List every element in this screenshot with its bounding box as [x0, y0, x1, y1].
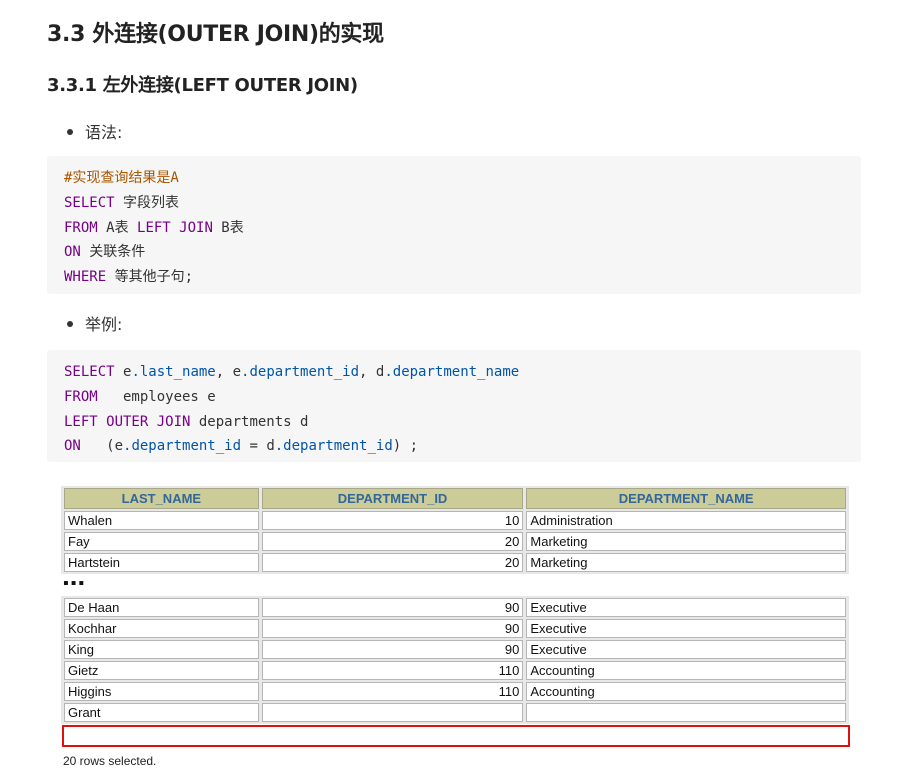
code-text: employees e: [97, 388, 216, 405]
code-keyword: ON: [64, 244, 81, 261]
bullet-dot-icon: [67, 128, 73, 135]
cell-department-id: 90: [261, 640, 524, 659]
code-text: ) ;: [392, 438, 419, 455]
cell-last-name: De Haan: [64, 598, 259, 617]
cell-department-name: Executive: [526, 619, 846, 638]
code-text: = d: [241, 438, 275, 455]
cell-department-name: Marketing: [526, 553, 846, 572]
code-keyword: LEFT JOIN: [137, 219, 213, 236]
cell-department-id: [261, 703, 524, 722]
cell-department-id: 110: [261, 682, 524, 701]
table-row: Whalen 10 Administration: [64, 511, 846, 530]
code-text: , e: [215, 364, 242, 380]
result-header-row: LAST_NAME DEPARTMENT_ID DEPARTMENT_NAME: [64, 488, 846, 509]
table-row: Kochhar 90 Executive: [64, 619, 846, 638]
cell-department-name: Executive: [526, 640, 846, 659]
code-keyword: SELECT: [64, 364, 115, 380]
cell-department-name: Administration: [526, 511, 846, 530]
example-code-block: SELECT e.last_name, e.department_id, d.d…: [47, 350, 861, 462]
cell-last-name: King: [64, 640, 259, 659]
section-title: 3.3 外连接(OUTER JOIN)的实现: [47, 22, 384, 47]
bullet-example: 举例:: [67, 311, 122, 335]
code-text: , d: [359, 364, 385, 380]
subsection-title: 3.3.1 左外连接(LEFT OUTER JOIN): [47, 75, 358, 96]
column-header: DEPARTMENT_ID: [261, 488, 524, 509]
code-property: .department_id: [241, 364, 360, 380]
column-header: DEPARTMENT_NAME: [526, 488, 846, 509]
code-property: .department_id: [274, 438, 393, 455]
cell-last-name: Gietz: [64, 661, 259, 680]
code-keyword: FROM: [64, 388, 98, 405]
code-text: departments d: [190, 413, 309, 430]
code-text: 关联条件: [80, 244, 146, 261]
table-row: Hartstein 20 Marketing: [64, 553, 846, 572]
code-text: A表: [97, 219, 138, 236]
result-table-bottom: De Haan 90 Executive Kochhar 90 Executiv…: [61, 596, 849, 724]
cell-last-name: Whalen: [64, 511, 259, 530]
cell-last-name: Fay: [64, 532, 259, 551]
table-row: Fay 20 Marketing: [64, 532, 846, 551]
code-keyword: WHERE: [64, 269, 107, 286]
code-text: 等其他子句;: [106, 269, 194, 286]
code-text: 字段列表: [114, 194, 180, 211]
cell-department-id: 20: [261, 553, 524, 572]
cell-department-name: Marketing: [526, 532, 846, 551]
code-keyword: ON: [64, 438, 81, 455]
code-property: .department_id: [123, 438, 242, 455]
code-keyword: SELECT: [64, 194, 115, 211]
null-row-highlight-box: [62, 725, 850, 747]
code-keyword: FROM: [64, 219, 98, 236]
query-result: LAST_NAME DEPARTMENT_ID DEPARTMENT_NAME …: [61, 486, 851, 724]
cell-department-id: 90: [261, 619, 524, 638]
code-keyword: LEFT OUTER JOIN: [64, 413, 191, 430]
cell-department-name: Accounting: [526, 661, 846, 680]
cell-last-name: Hartstein: [64, 553, 259, 572]
result-table-top: LAST_NAME DEPARTMENT_ID DEPARTMENT_NAME …: [61, 486, 849, 574]
syntax-code-block: #实现查询结果是A SELECT 字段列表 FROM A表 LEFT JOIN …: [47, 156, 861, 294]
code-comment: #实现查询结果是A: [64, 170, 179, 186]
cell-department-name: Executive: [526, 598, 846, 617]
table-row: Gietz 110 Accounting: [64, 661, 846, 680]
table-row: King 90 Executive: [64, 640, 846, 659]
cell-last-name: Kochhar: [64, 619, 259, 638]
table-row: Higgins 110 Accounting: [64, 682, 846, 701]
code-text: e: [114, 364, 132, 380]
code-text: B表: [212, 219, 244, 236]
cell-department-id: 90: [261, 598, 524, 617]
code-property: .department_name: [384, 364, 520, 380]
table-row-highlighted: Grant: [64, 703, 846, 722]
cell-department-id: 110: [261, 661, 524, 680]
bullet-syntax: 语法:: [67, 119, 122, 143]
cell-last-name: Higgins: [64, 682, 259, 701]
code-property: .last_name: [131, 364, 216, 380]
bullet-dot-icon: [67, 320, 73, 327]
cell-department-id: 10: [261, 511, 524, 530]
cell-department-id: 20: [261, 532, 524, 551]
bullet-syntax-label: 语法:: [85, 123, 123, 142]
rows-omitted-marker: ▪▪▪: [63, 575, 87, 592]
cell-department-name: [526, 703, 846, 722]
table-row: De Haan 90 Executive: [64, 598, 846, 617]
bullet-example-label: 举例:: [85, 315, 123, 334]
rows-selected-status: 20 rows selected.: [63, 754, 157, 768]
column-header: LAST_NAME: [64, 488, 259, 509]
code-text: (e: [80, 438, 124, 455]
cell-department-name: Accounting: [526, 682, 846, 701]
cell-last-name: Grant: [64, 703, 259, 722]
